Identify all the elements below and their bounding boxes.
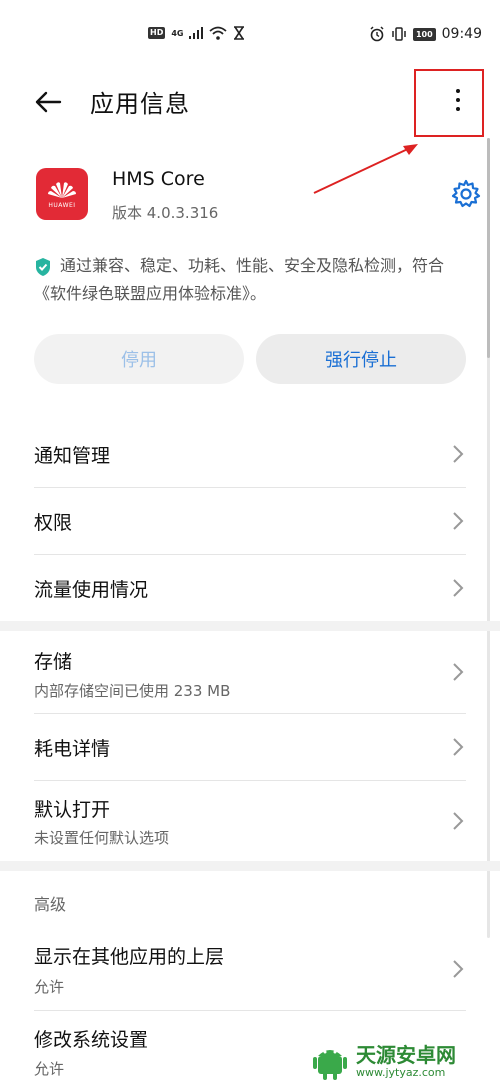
list-item-battery-details[interactable]: 耗电详情: [0, 714, 500, 780]
certification-text: 通过兼容、稳定、功耗、性能、安全及隐私检测，符合《软件绿色联盟应用体验标准》。: [34, 256, 445, 303]
app-version: 版本 4.0.3.316: [112, 204, 219, 222]
huawei-logo-icon: [48, 181, 76, 198]
chevron-right-icon: [453, 512, 464, 530]
list-item-label: 修改系统设置: [34, 1029, 149, 1051]
list-item-label: 显示在其他应用的上层: [34, 946, 225, 968]
watermark-url: www.jytyaz.com: [356, 1066, 446, 1079]
force-stop-button[interactable]: 强行停止: [256, 334, 466, 384]
list-item-subtitle: 允许: [34, 1060, 65, 1078]
annotation-highlight-box: [414, 69, 484, 137]
list-item-label: 耗电详情: [34, 738, 111, 760]
list-item-permissions[interactable]: 权限: [0, 488, 500, 554]
watermark-text: 天源安卓网 www.jytyaz.com: [356, 1044, 456, 1080]
clock: 09:49: [441, 26, 482, 42]
back-button[interactable]: [28, 84, 68, 120]
chevron-right-icon: [453, 738, 464, 756]
disable-button[interactable]: 停用: [34, 334, 244, 384]
page-title: 应用信息: [90, 90, 190, 118]
network-label: 4G: [171, 28, 184, 38]
certification-notice: 通过兼容、稳定、功耗、性能、安全及隐私检测，符合《软件绿色联盟应用体验标准》。: [34, 252, 464, 308]
chevron-right-icon: [453, 960, 464, 978]
hms-core-app-icon: HUAWEI: [36, 168, 88, 220]
chevron-right-icon: [453, 579, 464, 597]
hd-badge: HD: [148, 27, 166, 39]
list-item-subtitle: 未设置任何默认选项: [34, 829, 170, 847]
list-item-display-over-apps[interactable]: 显示在其他应用的上层 允许: [0, 928, 500, 1010]
back-arrow-icon: [35, 91, 62, 113]
list-item-subtitle: 允许: [34, 978, 65, 996]
watermark-name: 天源安卓网: [356, 1043, 456, 1067]
gear-icon: [451, 179, 481, 208]
list-item-open-by-default[interactable]: 默认打开 未设置任何默认选项: [0, 781, 500, 861]
list-item-label: 通知管理: [34, 445, 111, 467]
wifi-icon: [209, 26, 228, 40]
app-name: HMS Core: [112, 168, 205, 190]
list-item-label: 存储: [34, 651, 73, 673]
app-settings-button[interactable]: [450, 178, 482, 210]
section-header-advanced: 高级: [34, 895, 67, 914]
signal-icon: [189, 27, 204, 39]
shield-check-icon: [36, 257, 50, 276]
list-item-data-usage[interactable]: 流量使用情况: [0, 555, 500, 621]
list-item-storage[interactable]: 存储 内部存储空间已使用 233 MB: [0, 631, 500, 713]
hourglass-icon: [234, 26, 245, 40]
list-item-subtitle: 内部存储空间已使用 233 MB: [34, 682, 231, 700]
chevron-right-icon: [453, 812, 464, 830]
section-separator: [0, 861, 500, 871]
battery-icon: 100: [412, 27, 436, 41]
status-indicators: HD 4G: [148, 26, 245, 40]
list-item-label: 流量使用情况: [34, 579, 149, 601]
chevron-right-icon: [453, 445, 464, 463]
android-logo-icon: [313, 1050, 347, 1080]
chevron-right-icon: [453, 663, 464, 681]
vibrate-icon: [392, 27, 406, 41]
list-item-label: 默认打开: [34, 799, 111, 821]
app-icon-label: HUAWEI: [48, 201, 76, 209]
site-watermark: 天源安卓网 www.jytyaz.com: [310, 1040, 500, 1084]
list-item-notifications[interactable]: 通知管理: [0, 421, 500, 487]
alarm-icon: [370, 26, 384, 42]
section-separator: [0, 621, 500, 631]
list-item-label: 权限: [34, 512, 73, 534]
status-right: 100 09:49: [369, 26, 482, 42]
app-summary: HUAWEI HMS Core 版本 4.0.3.316: [0, 160, 500, 232]
status-bar: HD 4G 100 09:49: [0, 0, 500, 72]
